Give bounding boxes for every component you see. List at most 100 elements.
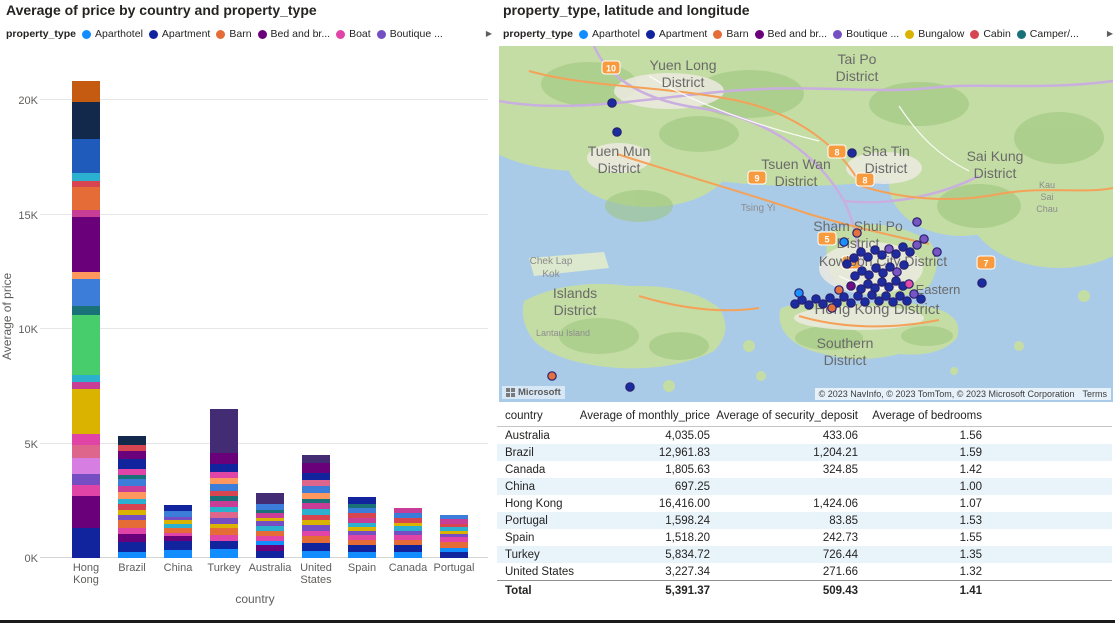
legend-item-bungalow[interactable]: Bungalow — [905, 28, 964, 40]
legend-item-camper[interactable]: Camper/... — [1017, 28, 1079, 40]
map-point[interactable] — [613, 128, 621, 136]
bar-segment[interactable] — [72, 173, 100, 181]
bar-brazil[interactable] — [118, 436, 146, 558]
bar-segment[interactable] — [210, 464, 238, 472]
table-row-canada[interactable]: Canada1,805.63324.851.42 — [497, 461, 1112, 478]
map-point[interactable] — [850, 254, 858, 262]
bar-segment[interactable] — [118, 552, 146, 558]
legend-item-apartment[interactable]: Apartment — [646, 28, 707, 40]
bar-segment[interactable] — [118, 542, 146, 552]
bar-segment[interactable] — [348, 545, 376, 552]
table-row-spain[interactable]: Spain1,518.20242.731.55 — [497, 529, 1112, 546]
legend-item-apartment[interactable]: Apartment — [149, 28, 210, 40]
bar-segment[interactable] — [210, 541, 238, 549]
bar-segment[interactable] — [118, 451, 146, 459]
map-point[interactable] — [900, 261, 908, 269]
bar-segment[interactable] — [302, 473, 330, 480]
table-row-australia[interactable]: Australia4,035.05433.061.56 — [497, 427, 1112, 445]
map-point[interactable] — [917, 295, 925, 303]
bar-segment[interactable] — [72, 272, 100, 279]
bar-segment[interactable] — [210, 409, 238, 453]
bar-segment[interactable] — [72, 102, 100, 139]
bar-segment[interactable] — [118, 436, 146, 445]
bar-segment[interactable] — [72, 81, 100, 103]
map-point[interactable] — [865, 271, 873, 279]
map-point[interactable] — [848, 149, 856, 157]
bar-segment[interactable] — [72, 279, 100, 306]
bar-segment[interactable] — [210, 453, 238, 464]
legend-item-aparthotel[interactable]: Aparthotel — [82, 28, 143, 40]
map-point[interactable] — [906, 248, 914, 256]
table-row-turkey[interactable]: Turkey5,834.72726.441.35 — [497, 546, 1112, 563]
map-point[interactable] — [913, 241, 921, 249]
hong-kong-map[interactable]: 10988517 Yuen LongDistrictTai PoDistrict… — [499, 46, 1113, 402]
bar-segment[interactable] — [72, 528, 100, 558]
legend-item-boat[interactable]: Boat — [336, 28, 371, 40]
bar-australia[interactable] — [256, 493, 284, 558]
map-point[interactable] — [835, 286, 843, 294]
bar-segment[interactable] — [210, 484, 238, 491]
map-point[interactable] — [805, 301, 813, 309]
bar-segment[interactable] — [72, 315, 100, 375]
column-header-average-of-security-deposit[interactable]: Average of security_deposit — [713, 404, 861, 427]
map-point[interactable] — [795, 289, 803, 297]
map-point[interactable] — [819, 300, 827, 308]
bar-segment[interactable] — [72, 187, 100, 210]
map-point[interactable] — [608, 99, 616, 107]
legend-item-boutique[interactable]: Boutique ... — [833, 28, 899, 40]
table-row-hong-kong[interactable]: Hong Kong16,416.001,424.061.07 — [497, 495, 1112, 512]
map-point[interactable] — [843, 260, 851, 268]
map-point[interactable] — [861, 298, 869, 306]
map-point[interactable] — [920, 235, 928, 243]
bar-segment[interactable] — [302, 543, 330, 551]
table-row-brazil[interactable]: Brazil12,961.831,204.211.59 — [497, 444, 1112, 461]
map-point[interactable] — [882, 292, 890, 300]
bar-china[interactable] — [164, 505, 192, 558]
map-point[interactable] — [878, 251, 886, 259]
bar-segment[interactable] — [348, 552, 376, 558]
column-header-country[interactable]: country — [497, 404, 575, 427]
map-point[interactable] — [548, 372, 556, 380]
bar-segment[interactable] — [72, 496, 100, 528]
bar-canada[interactable] — [394, 508, 422, 558]
bar-segment[interactable] — [118, 520, 146, 528]
map-point[interactable] — [913, 218, 921, 226]
bar-segment[interactable] — [72, 139, 100, 173]
bar-segment[interactable] — [72, 445, 100, 459]
bar-portugal[interactable] — [440, 515, 468, 558]
legend-item-aparthotel[interactable]: Aparthotel — [579, 28, 640, 40]
map-point[interactable] — [828, 304, 836, 312]
bar-segment[interactable] — [164, 541, 192, 550]
map-point[interactable] — [626, 383, 634, 391]
legend-item-barn[interactable]: Barn — [216, 28, 251, 40]
legend-item-bed-and-br[interactable]: Bed and br... — [755, 28, 828, 40]
bar-segment[interactable] — [72, 434, 100, 444]
legend-overflow-arrow-icon[interactable]: ▶ — [486, 29, 492, 38]
legend-item-boutique[interactable]: Boutique ... — [377, 28, 443, 40]
map-point[interactable] — [885, 283, 893, 291]
bar-united-states[interactable] — [302, 455, 330, 558]
legend-item-barn[interactable]: Barn — [713, 28, 748, 40]
map-point[interactable] — [892, 250, 900, 258]
bar-segment[interactable] — [302, 455, 330, 463]
bar-segment[interactable] — [302, 551, 330, 558]
bar-spain[interactable] — [348, 497, 376, 558]
map-point[interactable] — [903, 297, 911, 305]
bar-turkey[interactable] — [210, 409, 238, 558]
legend-item-bed-and-br[interactable]: Bed and br... — [258, 28, 331, 40]
bar-segment[interactable] — [394, 545, 422, 552]
bar-segment[interactable] — [302, 536, 330, 543]
bar-segment[interactable] — [302, 486, 330, 493]
bar-segment[interactable] — [118, 479, 146, 486]
bar-segment[interactable] — [118, 534, 146, 542]
map-point[interactable] — [864, 253, 872, 261]
map-point[interactable] — [893, 268, 901, 276]
map-point[interactable] — [879, 269, 887, 277]
bar-segment[interactable] — [210, 528, 238, 535]
map-point[interactable] — [840, 238, 848, 246]
legend-overflow-arrow-icon[interactable]: ▶ — [1107, 29, 1113, 38]
bar-segment[interactable] — [72, 474, 100, 484]
bar-segment[interactable] — [118, 492, 146, 499]
column-header-average-of-monthly-price[interactable]: Average of monthly_price — [575, 404, 713, 427]
map-point[interactable] — [889, 298, 897, 306]
